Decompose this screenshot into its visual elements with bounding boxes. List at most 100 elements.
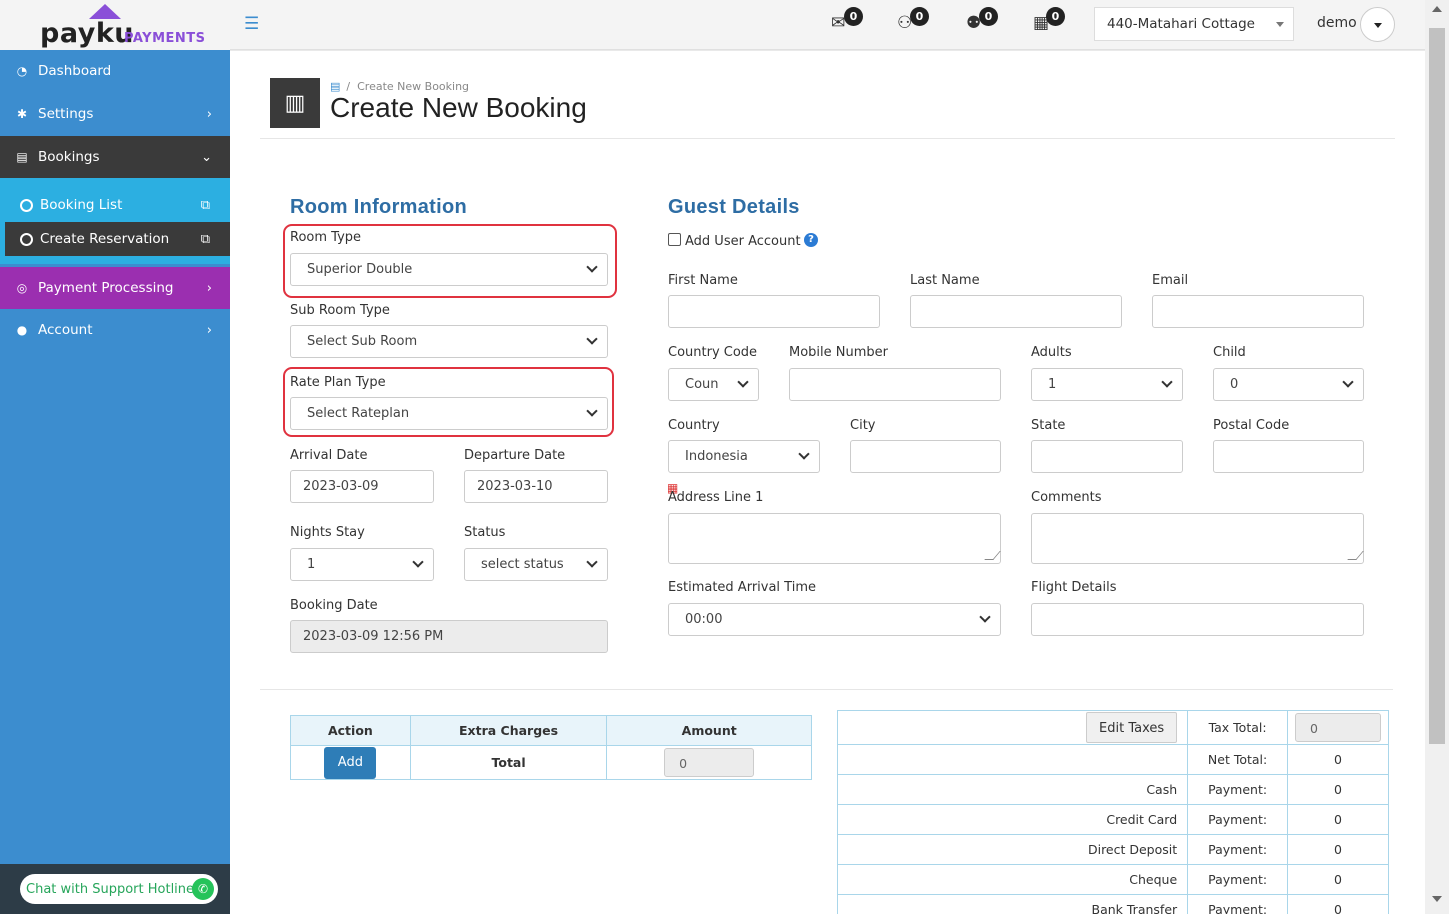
chevron-down-icon: [737, 376, 749, 388]
email-label: Email: [1152, 273, 1189, 288]
support-hotline-label: Chat with Support Hotline: [26, 881, 195, 897]
resize-grip-icon[interactable]: [1347, 551, 1364, 560]
arrival-icon[interactable]: ⚉ 0: [966, 7, 998, 33]
comments-textarea[interactable]: [1031, 513, 1364, 564]
table-cell: Edit Taxes: [836, 710, 1189, 745]
scrollbar[interactable]: [1425, 0, 1449, 914]
flight-details-input[interactable]: [1031, 603, 1364, 636]
sidebar-subitem-label: Create Reservation: [40, 231, 170, 247]
support-hotline-button[interactable]: Chat with Support Hotline ✆: [20, 874, 218, 904]
table-cell: Add: [290, 745, 411, 780]
address-line-1-label: Address Line 1: [668, 490, 764, 505]
country-code-select[interactable]: Coun: [668, 368, 759, 401]
estimated-arrival-time-select[interactable]: 00:00: [668, 603, 1001, 636]
sidebar: payku PAYMENTS ◔ Dashboard ✱ Settings › …: [0, 0, 230, 914]
adults-select[interactable]: 1: [1031, 368, 1183, 401]
sidebar-item-payment-processing[interactable]: ◎ Payment Processing ›: [0, 267, 230, 309]
table-header-row: Action Extra Charges Amount: [290, 715, 812, 746]
dashboard-icon: ◔: [16, 64, 28, 78]
nights-stay-value: 1: [307, 557, 316, 572]
tax-total-label: Tax Total:: [1187, 710, 1289, 745]
email-input[interactable]: [1152, 295, 1364, 328]
scroll-thumb[interactable]: [1429, 28, 1445, 744]
add-user-account-label: Add User Account: [685, 234, 801, 249]
chevron-down-icon: [586, 333, 598, 345]
address-line-1-textarea[interactable]: [668, 513, 1001, 564]
chevron-down-icon: [1161, 376, 1173, 388]
payment-label: Payment:: [1187, 834, 1289, 865]
scroll-down-arrow-icon[interactable]: [1432, 896, 1442, 902]
city-input[interactable]: [850, 440, 1001, 473]
add-charge-button[interactable]: Add: [324, 746, 377, 779]
state-input[interactable]: [1031, 440, 1183, 473]
country-select[interactable]: Indonesia: [668, 440, 820, 473]
amount-total-input: 0: [664, 748, 755, 777]
help-icon[interactable]: ?: [804, 233, 818, 247]
room-type-value: Superior Double: [307, 262, 413, 277]
calendar-icon[interactable]: ▦ 0: [1033, 7, 1065, 33]
payment-value: 0: [1287, 774, 1389, 805]
child-select[interactable]: 0: [1213, 368, 1364, 401]
sub-room-type-select[interactable]: Select Sub Room: [290, 325, 608, 358]
mobile-number-label: Mobile Number: [789, 345, 888, 360]
payment-value: 0: [1287, 894, 1389, 914]
chevron-down-icon: [586, 556, 598, 568]
sidebar-subitem-booking-list[interactable]: Booking List ⧉: [5, 188, 230, 222]
sidebar-item-bookings[interactable]: ▤ Bookings ⌄: [0, 136, 230, 178]
payment-method: Cheque: [836, 864, 1189, 895]
payment-method: Cash: [836, 774, 1189, 805]
payment-label: Payment:: [1187, 804, 1289, 835]
bookings-submenu: Booking List ⧉ Create Reservation ⧉: [0, 178, 230, 264]
table-cell: 0: [1287, 710, 1389, 745]
property-select[interactable]: 440-Matahari Cottage: [1094, 7, 1294, 41]
hamburger-menu-icon[interactable]: ☰: [244, 14, 259, 34]
departure-icon[interactable]: ⚇ 0: [897, 7, 929, 33]
chevron-down-icon: ⌄: [201, 149, 212, 165]
sidebar-item-settings[interactable]: ✱ Settings ›: [0, 93, 230, 135]
child-value: 0: [1230, 377, 1239, 392]
country-label: Country: [668, 418, 720, 433]
logo[interactable]: payku PAYMENTS: [0, 0, 230, 50]
resize-grip-icon[interactable]: [984, 551, 1001, 560]
property-select-value: 440-Matahari Cottage: [1107, 16, 1255, 32]
mobile-number-input[interactable]: [789, 368, 1001, 401]
sidebar-item-label: Bookings: [38, 149, 100, 165]
sidebar-item-label: Account: [38, 322, 93, 338]
city-label: City: [850, 418, 876, 433]
departure-date-input[interactable]: 2023-03-10: [464, 470, 608, 503]
last-name-label: Last Name: [910, 273, 980, 288]
payment-label: Payment:: [1187, 894, 1289, 914]
payment-icon: ◎: [16, 281, 28, 295]
sidebar-item-label: Dashboard: [38, 63, 112, 79]
last-name-input[interactable]: [910, 295, 1122, 328]
status-label: Status: [464, 525, 506, 540]
room-type-select[interactable]: Superior Double: [290, 253, 608, 286]
postal-code-input[interactable]: [1213, 440, 1364, 473]
sub-room-type-value: Select Sub Room: [307, 334, 418, 349]
circle-icon: [20, 232, 33, 246]
notification-badge: 0: [844, 7, 863, 26]
first-name-input[interactable]: [668, 295, 880, 328]
logo-brand: payku: [40, 18, 134, 49]
logo-sub: PAYMENTS: [124, 31, 206, 46]
nights-stay-select[interactable]: 1: [290, 548, 434, 581]
status-select[interactable]: select status: [464, 548, 608, 581]
edit-taxes-button[interactable]: Edit Taxes: [1086, 712, 1178, 743]
chevron-down-icon: [979, 611, 991, 623]
rate-plan-select[interactable]: Select Rateplan: [290, 397, 608, 430]
booking-date-input: 2023-03-09 12:56 PM: [290, 620, 608, 653]
caret-down-icon: [1276, 22, 1284, 27]
user-menu-button[interactable]: [1360, 7, 1395, 42]
sidebar-item-label: Settings: [38, 106, 94, 122]
add-user-account-checkbox[interactable]: [668, 233, 681, 246]
sidebar-item-dashboard[interactable]: ◔ Dashboard: [0, 50, 230, 92]
table-row: Add Total 0: [290, 745, 812, 780]
sidebar-subitem-create-reservation[interactable]: Create Reservation ⧉: [5, 222, 230, 256]
column-header: Action: [290, 715, 411, 746]
postal-code-label: Postal Code: [1213, 418, 1290, 433]
scroll-up-arrow-icon[interactable]: [1432, 6, 1442, 12]
arrival-date-input[interactable]: 2023-03-09: [290, 470, 434, 503]
envelope-icon[interactable]: ✉ 0: [831, 7, 863, 33]
sidebar-item-account[interactable]: ● Account ›: [0, 309, 230, 351]
user-name: demo: [1317, 15, 1357, 31]
